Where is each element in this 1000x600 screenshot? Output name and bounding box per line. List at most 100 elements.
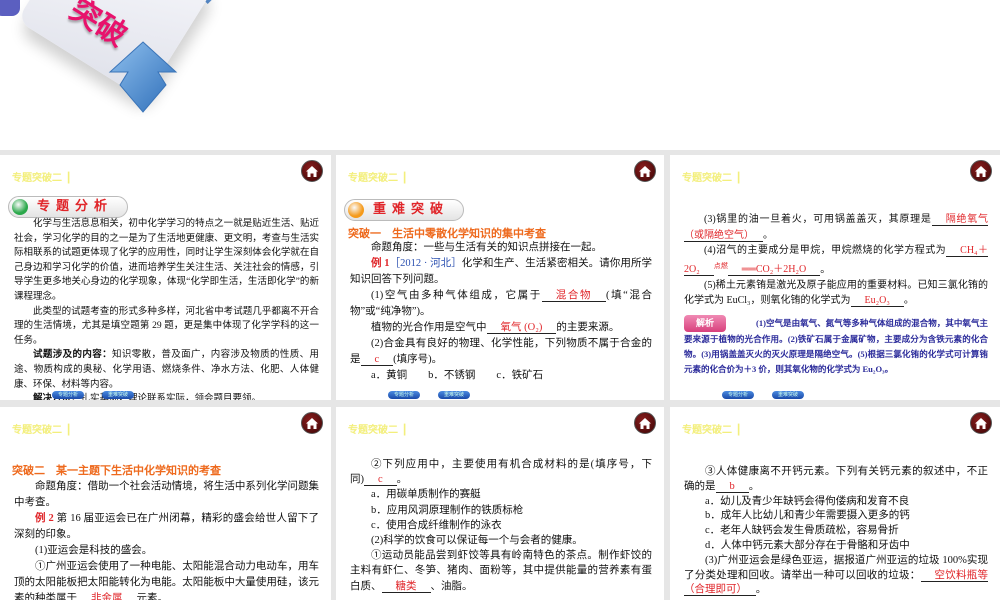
slide-header: 专题突破二 ┃ <box>682 173 742 184</box>
slide-3[interactable]: 专题突破二 ┃ (3)锅里的油一旦着火，可用锅盖盖灭，其原理是 隔绝氧气（或隔绝空气… <box>670 155 1000 400</box>
paragraph: (5)稀土元素铕是激光及原子能应用的重要材料。已知三氯化铕的化学式为 EuCl₃… <box>684 278 988 309</box>
home-button[interactable] <box>301 160 323 182</box>
answer-blank: 混合物 <box>541 290 607 302</box>
nav-next-button[interactable]: 重难突破 <box>772 391 804 399</box>
paragraph: ③人体健康离不开钙元素。下列有关钙元素的叙述中，不正确的是 b。 <box>684 465 988 495</box>
badge-label: 专题分析 <box>37 199 114 214</box>
paragraph: 例 1［2012 · 河北］化学和生产、生活紧密相关。请你用所学知识回答下列问题… <box>350 256 652 288</box>
text-segment: a．黄铜 b．不锈钢 c．铁矿石 <box>371 370 544 381</box>
slide-body: 命题角度：借助一个社会活动情境，将生活中系列化学问题集中考查。例 2 第 16 … <box>14 479 319 600</box>
slide-4[interactable]: 专题突破二 ┃ 突破二 某一主题下生活中化学知识的考查 命题角度：借助一个社会活动情… <box>0 407 331 600</box>
paragraph: b．应用风洞原理制作的铁质标枪 <box>350 503 652 518</box>
text-segment: 。 <box>763 229 773 241</box>
slide-header: 专题突破二 ┃ <box>682 425 742 436</box>
badge-label: 重难突破 <box>373 202 450 217</box>
paragraph: 植物的光合作用是空气中 氧气 (O₂) 的主要来源。 <box>350 320 652 336</box>
section-badge: 专题分析 <box>8 196 129 218</box>
slide-2[interactable]: 专题突破二 ┃ 重难突破 突破一 生活中零散化学知识的集中考查 命题角度：一些与生活有… <box>336 155 664 400</box>
paragraph: (3)锅里的油一旦着火，可用锅盖盖灭，其原理是 隔绝氧气（或隔绝空气）。 <box>684 212 988 243</box>
paragraph: (2)科学的饮食可以保证每一个与会者的健康。 <box>350 533 652 548</box>
text-segment: 元素。 <box>136 593 169 600</box>
text-segment: (填序号)。 <box>393 354 443 365</box>
home-icon <box>306 417 318 429</box>
answer-blank: c <box>364 474 397 487</box>
text-segment: 试题涉及的内容： <box>33 350 112 361</box>
paragraph: a．幼儿及青少年缺钙会得佝偻病和发育不良 <box>684 495 988 510</box>
text-segment: b．成年人比幼儿和青少年需要摄入更多的钙 <box>705 510 910 522</box>
badge-dot-icon <box>12 199 28 215</box>
paragraph: a．黄铜 b．不锈钢 c．铁矿石 <box>350 368 652 384</box>
slide-header: 专题突破二 ┃ <box>12 173 72 184</box>
section-badge: 重难突破 <box>344 199 465 221</box>
text-segment: (2)科学的饮食可以保证每一个与会者的健康。 <box>371 535 583 547</box>
home-button[interactable] <box>301 412 323 434</box>
home-icon <box>639 417 651 429</box>
text-segment: 命题角度：借助一个社会活动情境，将生活中系列化学问题集中考查。 <box>14 481 319 508</box>
text-segment: 。 <box>755 584 767 596</box>
paragraph: (1)空气由多种气体组成，它属于 混合物 (填“混合物”或“纯净物”)。 <box>350 288 652 320</box>
home-button[interactable] <box>634 160 656 182</box>
paragraph: c．老年人缺钙会发生骨质疏松，容易骨折 <box>684 524 988 539</box>
answer-blank: b <box>715 480 749 493</box>
paragraph: 试题涉及的内容：知识零散，普及面广，内容涉及物质的性质、用途、物质构成的奥秘、化… <box>14 348 319 392</box>
text-segment: 此类型的试题考查的形式多种多样，河北省中考试题几乎都离不开合理的生活情境，尤其是… <box>14 306 319 346</box>
text-segment: 。 <box>748 480 760 492</box>
source-tag: ［2012 · 河北］ <box>389 258 462 269</box>
slide-body: ②下列应用中，主要使用有机合成材料的是(填序号，下同) c。 a．用碳单质制作的赛艇… <box>350 457 652 594</box>
nav-next-button[interactable]: 重难突破 <box>102 391 134 399</box>
nav-prev-button[interactable]: 专题分析 <box>722 391 754 399</box>
nav-next-button[interactable]: 重难突破 <box>438 391 470 399</box>
paragraph: 命题角度：借助一个社会活动情境，将生活中系列化学问题集中考查。 <box>14 479 319 511</box>
home-button[interactable] <box>970 412 992 434</box>
paragraph: (3)广州亚运会是绿色亚运，据报道广州亚运的垃圾 100%实现了分类处理和回收。… <box>684 554 988 598</box>
text-segment: c．老年人缺钙会发生骨质疏松，容易骨折 <box>705 525 899 537</box>
slide-header: 专题突破二 ┃ <box>12 425 72 436</box>
slide-6[interactable]: 专题突破二 ┃ ③人体健康离不开钙元素。下列有关钙元素的叙述中，不正确的是 b。 a．… <box>670 407 1000 600</box>
answer-blank: 氧气 (O₂) <box>486 322 557 334</box>
text-segment: a．幼儿及青少年缺钙会得佝偻病和发育不良 <box>705 495 910 507</box>
answer-blank: c <box>360 354 394 366</box>
text-segment: 化学与生活息息相关，初中化学学习的特点之一就是贴近生活、贴近社会，学习化学的目的… <box>14 219 319 302</box>
answer-blank: 糖类 <box>381 580 431 593</box>
paragraph: ①广州亚运会使用了一种电能、太阳能混合动力电动车，用车顶的太阳能板把太阳能转化为… <box>14 559 319 600</box>
explanation-text: (1)空气是由氧气、氮气等多种气体组成的混合物，其中氧气主要来源于植物的光合作用… <box>684 317 988 374</box>
decorative-shape <box>0 0 20 16</box>
paragraph: 化学与生活息息相关，初中化学学习的特点之一就是贴近生活、贴近社会，学习化学的目的… <box>14 217 319 305</box>
answer-blank: Eu₂O₃ <box>850 295 904 308</box>
text-segment: 植物的光合作用是空气中 <box>371 322 487 333</box>
home-icon <box>639 165 651 177</box>
text-segment: (4)沼气的主要成分是甲烷，甲烷燃烧的化学方程式为 <box>704 245 947 257</box>
nav-prev-button[interactable]: 专题分析 <box>52 391 84 399</box>
badge-dot-icon <box>348 202 364 218</box>
text-segment: 。 <box>903 295 914 307</box>
slide-5[interactable]: 专题突破二 ┃ ②下列应用中，主要使用有机合成材料的是(填序号，下同) c。 a．用碳… <box>336 407 664 600</box>
text-segment: (5)稀土元素铕是激光及原子能应用的重要材料。已知三氯化铕的化学式为 EuCl₃… <box>684 279 988 307</box>
text-segment: c．使用合成纤维制作的泳衣 <box>371 519 502 531</box>
slide-body: 命题角度：一些与生活有关的知识点拼接在一起。例 1［2012 · 河北］化学和生… <box>350 240 652 384</box>
paragraph: ②下列应用中，主要使用有机合成材料的是(填序号，下同) c。 <box>350 457 652 487</box>
paragraph: 命题角度：一些与生活有关的知识点拼接在一起。 <box>350 240 652 256</box>
home-icon <box>306 165 318 177</box>
text-segment: (3)锅里的油一旦着火，可用锅盖盖灭，其原理是 <box>704 214 932 225</box>
example-label: 例 2 <box>35 513 54 524</box>
slide-1[interactable]: 专题突破二 ┃ 专题分析 化学与生活息息相关，初中化学学习的特点之一就是贴近生活、贴… <box>0 155 331 400</box>
text-segment: 第 16 届亚运会已在广州闭幕，精彩的盛会给世人留下了深刻的印象。 <box>14 513 320 540</box>
paragraph: a．用碳单质制作的赛艇 <box>350 487 652 502</box>
answer-blank: ══CO₂＋2H₂O <box>727 264 821 277</box>
explanation-badge: 解析 <box>684 314 727 332</box>
paragraph: (4)沼气的主要成分是甲烷，甲烷燃烧的化学方程式为 CH₄＋2O₂ 点燃 ══CO₂＋… <box>684 243 988 278</box>
up-down-arrow-icon <box>108 41 178 113</box>
text-segment: d．人体中钙元素大部分存在于骨骼和牙齿中 <box>705 539 910 551</box>
text-segment: 。 <box>820 264 831 276</box>
paragraph: d．人体中钙元素大部分存在于骨骼和牙齿中 <box>684 539 988 554</box>
slide-header: 专题突破二 ┃ <box>348 173 408 184</box>
explanation: 解析 (1)空气是由氧气、氮气等多种气体组成的混合物，其中氧气主要来源于植物的光合… <box>684 314 988 377</box>
text-segment: (1)亚运会是科技的盛会。 <box>35 545 153 556</box>
home-button[interactable] <box>634 412 656 434</box>
paragraph: b．成年人比幼儿和青少年需要摄入更多的钙 <box>684 509 988 524</box>
nav-prev-button[interactable]: 专题分析 <box>388 391 420 399</box>
answer-blank: 非金属 <box>77 593 137 600</box>
slide-header: 专题突破二 ┃ <box>348 425 408 436</box>
text-segment: (1)空气由多种气体组成，它属于 <box>371 290 542 301</box>
home-button[interactable] <box>970 160 992 182</box>
